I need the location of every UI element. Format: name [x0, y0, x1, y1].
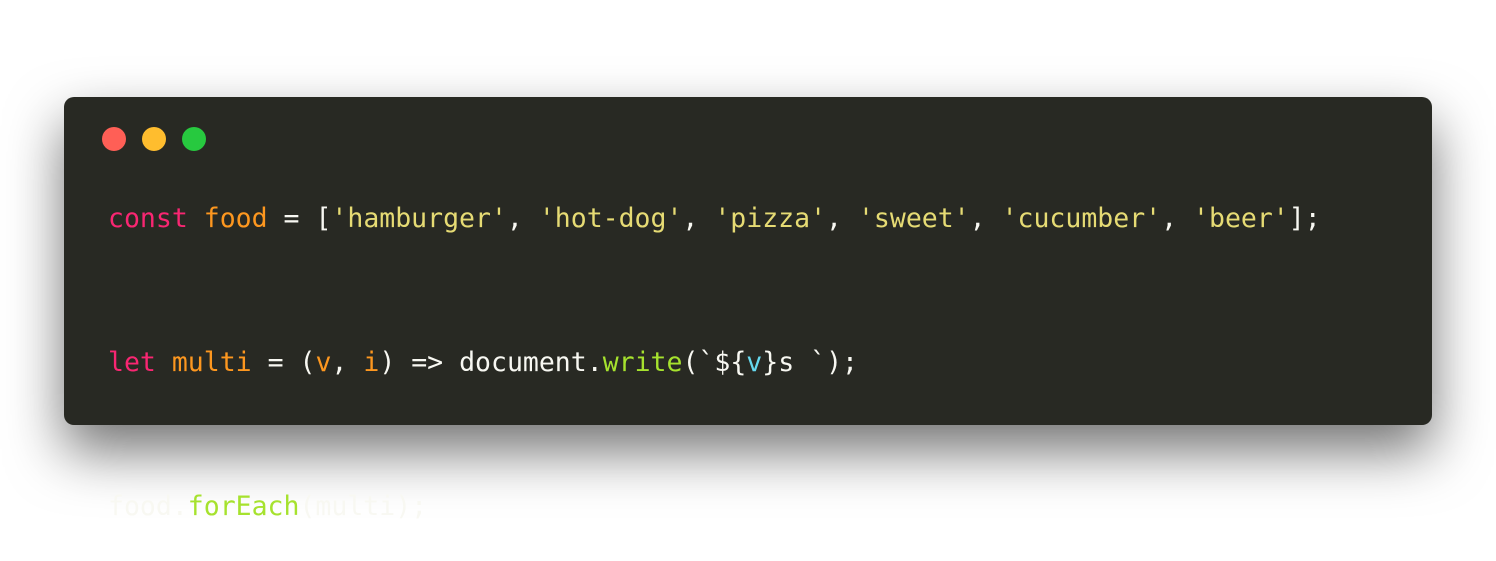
string-literal: 'pizza': [714, 203, 827, 234]
function-foreach: forEach: [187, 491, 300, 522]
code-token: ,: [826, 203, 858, 234]
code-token: ,: [1161, 203, 1194, 234]
template-var-v: v: [746, 347, 763, 378]
param-i: i: [363, 347, 380, 378]
param-v: v: [315, 347, 332, 378]
code-token: = (: [251, 347, 316, 378]
code-window: const food = ['hamburger', 'hot-dog', 'p…: [64, 97, 1432, 522]
string-literal: 'hot-dog': [538, 203, 683, 234]
string-literal: 'hamburger': [331, 203, 507, 234]
function-write: write: [602, 347, 683, 378]
code-token: ,: [682, 203, 715, 234]
string-literal: 'beer': [1193, 203, 1289, 234]
code-token: (`${: [682, 347, 747, 378]
code-block: const food = ['hamburger', 'hot-dog', 'p…: [108, 201, 1321, 561]
code-token: (multi);: [299, 491, 428, 522]
code-token: = [: [267, 203, 332, 234]
maximize-button[interactable]: [182, 127, 206, 151]
keyword-let: let: [108, 347, 156, 378]
keyword-const: const: [108, 203, 188, 234]
code-token: ,: [331, 347, 364, 378]
code-line-1: const food = ['hamburger', 'hot-dog', 'p…: [108, 183, 1321, 255]
code-token: ) => document.: [379, 347, 603, 378]
code-token: ];: [1288, 203, 1321, 234]
code-token: }s `);: [762, 347, 858, 378]
code-token: food.: [108, 491, 188, 522]
code-line-2: let multi = (v, i) => document.write(`${…: [108, 327, 1321, 399]
code-line-3: food.forEach(multi);: [108, 471, 1321, 543]
close-button[interactable]: [102, 127, 126, 151]
string-literal: 'sweet': [857, 203, 970, 234]
minimize-button[interactable]: [142, 127, 166, 151]
variable-multi: multi: [171, 347, 252, 378]
code-token: ,: [506, 203, 539, 234]
string-literal: 'cucumber': [1001, 203, 1162, 234]
variable-food: food: [203, 203, 268, 234]
code-token: ,: [969, 203, 1002, 234]
